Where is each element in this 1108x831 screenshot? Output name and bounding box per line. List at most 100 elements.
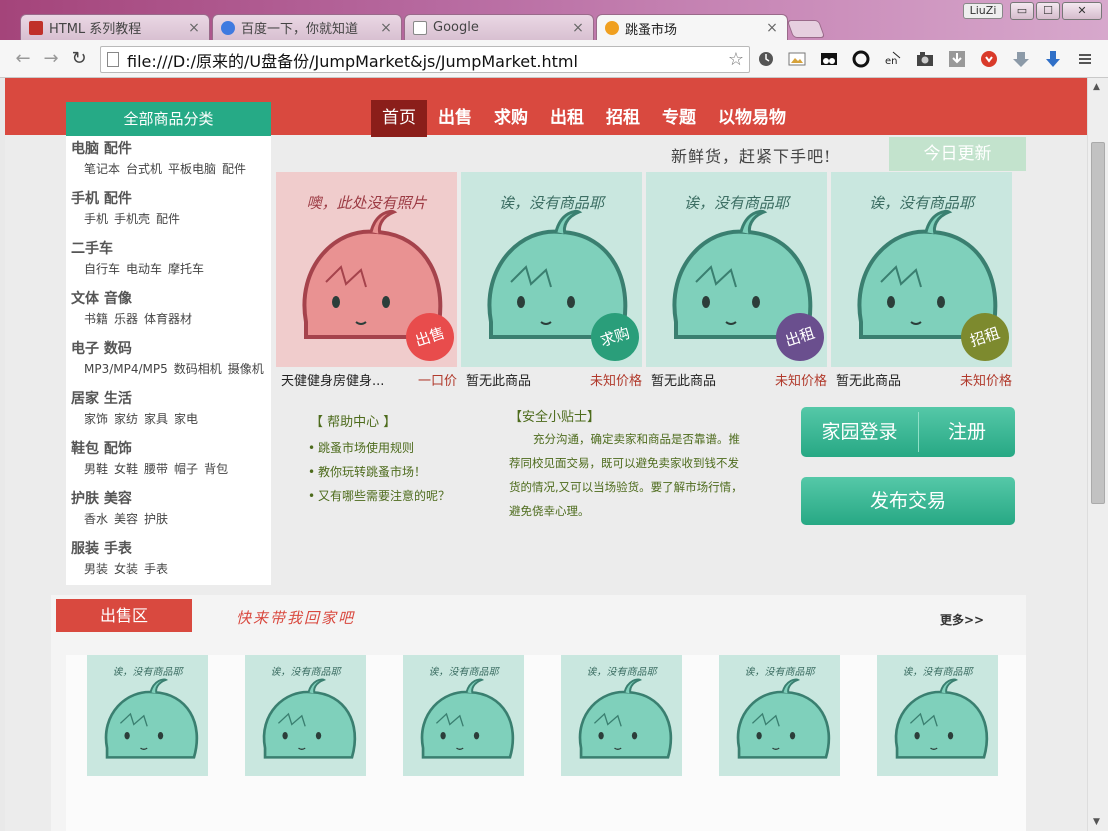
scrollbar-thumb[interactable] [1091, 142, 1105, 504]
tab-google[interactable]: Google × [404, 14, 594, 40]
category-sub-link[interactable]: 台式机 [126, 162, 162, 176]
adblock-extension-icon[interactable] [980, 50, 998, 68]
category-sub-link[interactable]: 男装 [84, 562, 108, 576]
blue-download-extension-icon[interactable] [1044, 50, 1062, 68]
ring-extension-icon[interactable] [852, 50, 870, 68]
tab-jump-market[interactable]: 跳蚤市场 × [596, 14, 788, 41]
category-title[interactable]: 护肤 美容 [71, 486, 271, 508]
category-sub-link[interactable]: 手表 [144, 562, 168, 576]
page-scrollbar[interactable]: ▲ ▼ [1087, 78, 1108, 831]
glasses-extension-icon[interactable] [820, 50, 838, 68]
new-tab-button[interactable] [786, 20, 826, 38]
download-extension-icon[interactable] [948, 50, 966, 68]
close-icon[interactable]: × [187, 20, 201, 36]
nav-item[interactable]: 专题 [651, 100, 707, 137]
nav-item[interactable]: 出租 [539, 100, 595, 137]
category-sub-link[interactable]: 摄像机 [228, 362, 264, 376]
login-button[interactable]: 家园登录 [801, 407, 918, 457]
close-window-button[interactable]: ✕ [1062, 2, 1102, 20]
category-sub-link[interactable]: 平板电脑 [168, 162, 216, 176]
product-name[interactable]: 暂无此商品 [836, 370, 901, 389]
image-extension-icon[interactable] [788, 50, 806, 68]
category-sub-link[interactable]: 书籍 [84, 312, 108, 326]
bookmark-star-icon[interactable]: ☆ [723, 49, 749, 70]
more-link[interactable]: 更多>> [940, 611, 984, 628]
user-badge[interactable]: LiuZi [963, 3, 1003, 19]
product-image[interactable]: 噢，此处没有照片 出售 [276, 172, 457, 367]
product-card[interactable]: 诶，没有商品耶 出租 暂无此商品 未知价格 [646, 172, 827, 389]
category-sub-link[interactable]: 手机 [84, 212, 108, 226]
product-card[interactable]: 噢，此处没有照片 出售 天健健身房健身... 一口价 [276, 172, 457, 389]
category-sub-link[interactable]: 笔记本 [84, 162, 120, 176]
category-title[interactable]: 鞋包 配饰 [71, 436, 271, 458]
minimize-button[interactable]: ▭ [1010, 2, 1034, 20]
close-icon[interactable]: × [379, 20, 393, 36]
scroll-down-arrow-icon[interactable]: ▼ [1093, 817, 1100, 827]
category-title[interactable]: 居家 生活 [71, 386, 271, 408]
category-title[interactable]: 电子 数码 [71, 336, 271, 358]
category-sub-link[interactable]: 背包 [204, 462, 228, 476]
camera-extension-icon[interactable] [916, 50, 934, 68]
category-title[interactable]: 二手车 [71, 236, 271, 258]
nav-item[interactable]: 招租 [595, 100, 651, 137]
menu-icon[interactable] [1076, 50, 1094, 68]
forward-button[interactable]: → [40, 48, 62, 70]
nav-item[interactable]: 首页 [371, 100, 427, 137]
help-link[interactable]: 跳蚤市场使用规则 [308, 436, 450, 460]
category-sub-link[interactable]: 腰带 [144, 462, 168, 476]
category-sub-link[interactable]: 配件 [156, 212, 180, 226]
arrow-down-extension-icon[interactable] [1012, 50, 1030, 68]
category-sub-link[interactable]: 摩托车 [168, 262, 204, 276]
category-sub-link[interactable]: 帽子 [174, 462, 198, 476]
category-sub-link[interactable]: 香水 [84, 512, 108, 526]
help-link[interactable]: 教你玩转跳蚤市场！ [308, 460, 450, 484]
category-sub-link[interactable]: 家具 [144, 412, 168, 426]
close-icon[interactable]: × [571, 20, 585, 36]
back-button[interactable]: ← [12, 48, 34, 70]
category-sub-link[interactable]: 家饰 [84, 412, 108, 426]
sale-item-image[interactable]: 诶，没有商品耶 [561, 655, 682, 776]
translate-extension-icon[interactable]: en [884, 50, 902, 68]
category-title[interactable]: 服装 手表 [71, 536, 271, 558]
publish-trade-button[interactable]: 发布交易 [801, 477, 1015, 525]
product-name[interactable]: 天健健身房健身... [281, 370, 384, 389]
category-sub-link[interactable]: 男鞋 [84, 462, 108, 476]
sale-item-image[interactable]: 诶，没有商品耶 [403, 655, 524, 776]
category-sub-link[interactable]: MP3/MP4/MP5 [84, 362, 168, 376]
tab-html-tutorial[interactable]: HTML 系列教程 × [20, 14, 210, 40]
clock-extension-icon[interactable] [757, 50, 775, 68]
sale-item-image[interactable]: 诶，没有商品耶 [87, 655, 208, 776]
product-card[interactable]: 诶，没有商品耶 招租 暂无此商品 未知价格 [831, 172, 1012, 389]
tab-baidu[interactable]: 百度一下，你就知道 × [212, 14, 402, 40]
category-sub-link[interactable]: 女鞋 [114, 462, 138, 476]
nav-item[interactable]: 以物易物 [707, 100, 797, 137]
maximize-button[interactable]: ☐ [1036, 2, 1060, 20]
category-sub-link[interactable]: 乐器 [114, 312, 138, 326]
category-sub-link[interactable]: 体育器材 [144, 312, 192, 326]
category-title[interactable]: 手机 配件 [71, 186, 271, 208]
category-sub-link[interactable]: 美容 [114, 512, 138, 526]
close-icon[interactable]: × [765, 20, 779, 36]
product-image[interactable]: 诶，没有商品耶 出租 [646, 172, 827, 367]
category-sub-link[interactable]: 自行车 [84, 262, 120, 276]
category-sub-link[interactable]: 数码相机 [174, 362, 222, 376]
category-sub-link[interactable]: 手机壳 [114, 212, 150, 226]
product-image[interactable]: 诶，没有商品耶 求购 [461, 172, 642, 367]
product-name[interactable]: 暂无此商品 [651, 370, 716, 389]
product-card[interactable]: 诶，没有商品耶 求购 暂无此商品 未知价格 [461, 172, 642, 389]
sale-item-image[interactable]: 诶，没有商品耶 [877, 655, 998, 776]
category-sub-link[interactable]: 护肤 [144, 512, 168, 526]
reload-button[interactable]: ↻ [68, 48, 90, 70]
sale-item-image[interactable]: 诶，没有商品耶 [245, 655, 366, 776]
nav-item[interactable]: 求购 [483, 100, 539, 137]
register-button[interactable]: 注册 [919, 407, 1015, 457]
product-name[interactable]: 暂无此商品 [466, 370, 531, 389]
category-sub-link[interactable]: 电动车 [126, 262, 162, 276]
product-image[interactable]: 诶，没有商品耶 招租 [831, 172, 1012, 367]
address-bar[interactable]: file:///D:/原来的/U盘备份/JumpMarket&js/JumpMa… [100, 46, 750, 73]
help-link[interactable]: 又有哪些需要注意的呢？ [308, 484, 450, 508]
category-sub-link[interactable]: 女装 [114, 562, 138, 576]
scroll-up-arrow-icon[interactable]: ▲ [1093, 82, 1100, 92]
url-text[interactable]: file:///D:/原来的/U盘备份/JumpMarket&js/JumpMa… [127, 48, 723, 72]
category-sub-link[interactable]: 家纺 [114, 412, 138, 426]
